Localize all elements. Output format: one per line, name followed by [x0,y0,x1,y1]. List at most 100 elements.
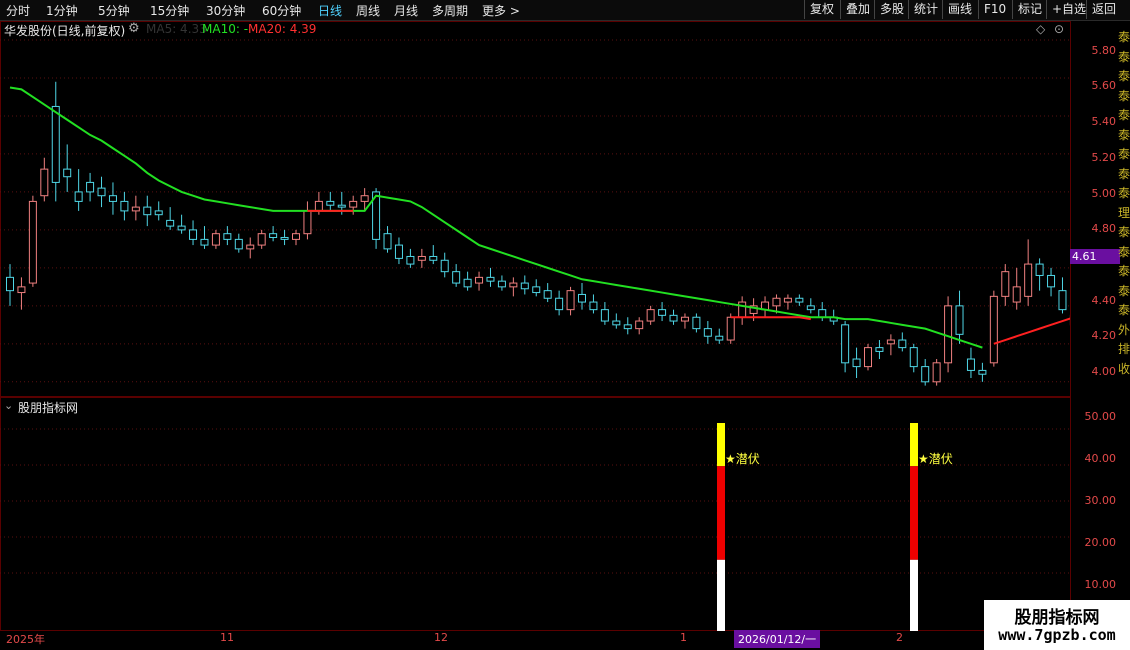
mark-button[interactable]: 标记 [1012,0,1047,19]
period-monthly[interactable]: 月线 [394,2,418,19]
signal-label: ★潜伏 [918,452,953,466]
current-price-badge: 4.61 [1070,249,1120,264]
candle-body [966,358,975,371]
candle-body [635,320,644,330]
candle-body [989,295,998,364]
candle-body [463,278,472,288]
multi-stock-button[interactable]: 多股 [874,0,909,19]
candle-body [97,187,106,197]
price-tick: 5.80 [1091,44,1117,57]
ma-red-line [730,316,811,321]
candle-body [600,309,609,322]
period-1min[interactable]: 1分钟 [46,2,78,19]
indicator-tick: 10.00 [1084,578,1117,591]
candle-body [669,314,678,322]
candle-body [154,210,163,216]
candle-body [6,276,14,292]
period-weekly[interactable]: 周线 [356,2,380,19]
edge-char: 泰 [1118,225,1130,239]
candle-body [612,320,621,326]
candle-body [772,297,781,307]
candle-body [108,195,117,202]
price-chart [0,39,1070,386]
back-button[interactable]: 返回 [1086,0,1121,19]
price-tick: 5.20 [1091,151,1117,164]
candle-body [783,297,792,303]
candle-body [1047,274,1056,288]
candle-body [394,244,403,259]
watermark-logo: 股朋指标网 www.7gpzb.com [984,600,1130,650]
candle-body [623,324,632,330]
candle-body [17,286,26,294]
price-tick: 5.60 [1091,79,1117,92]
candle-body [257,233,266,246]
candle-body [543,290,552,299]
candle-body [486,276,495,282]
candle-body [337,204,346,208]
candle-body [978,369,987,375]
edge-char: 泰 [1118,186,1130,200]
ma-red-line [993,317,1070,345]
overlay-button[interactable]: 叠加 [840,0,875,19]
period-fenshi[interactable]: 分时 [6,2,30,19]
indicator-tick: 30.00 [1084,494,1117,507]
candle-body [932,362,941,383]
candle-body [131,206,140,212]
candle-body [440,259,449,273]
candle-body [909,347,918,368]
candle-body [234,238,243,250]
f10-button[interactable]: F10 [978,0,1011,19]
signal-bar-red [910,466,918,560]
candle-body [40,168,49,197]
indicator-tick: 50.00 [1084,410,1117,423]
candle-body [303,210,312,235]
candle-body [841,324,850,364]
candle-body [852,358,861,368]
candle-body [566,290,575,311]
candle-body [246,244,255,250]
stats-button[interactable]: 统计 [908,0,943,19]
signal-bar-yellow [717,423,725,467]
candle-body [944,305,953,364]
candle-body [177,225,186,231]
period-multi[interactable]: 多周期 [432,2,468,19]
date-axis: 2025年 11 12 1 2026/01/12/一 2 [0,630,1130,650]
period-daily[interactable]: 日线 [318,2,342,19]
candle-body [1035,263,1044,276]
date-label: 1 [680,631,687,644]
candle-body [63,168,72,178]
period-5min[interactable]: 5分钟 [98,2,130,19]
period-30min[interactable]: 30分钟 [206,2,245,19]
candle-body [589,301,598,311]
signal-bar-white [910,559,918,631]
cursor-date-label: 2026/01/12/一 [734,630,821,648]
more-menu[interactable]: 更多 > [482,2,520,19]
candle-body [726,316,735,341]
signal-label: ★潜伏 [725,452,760,466]
candle-body [578,293,586,303]
price-tick: 4.00 [1091,365,1117,378]
candle-body [509,282,518,288]
indicator-tick: 40.00 [1084,452,1117,465]
edge-char: 泰 [1118,108,1130,122]
candle-body [74,191,83,202]
period-toolbar: 分时 1分钟 5分钟 15分钟 30分钟 60分钟 日线 周线 月线 多周期 更… [0,0,1130,21]
candle-body [189,229,198,240]
candle-body [417,255,426,261]
period-15min[interactable]: 15分钟 [150,2,189,19]
period-60min[interactable]: 60分钟 [262,2,301,19]
edge-char: 收 [1118,361,1130,376]
candle-body [680,316,689,322]
add-favorite-button[interactable]: +自选 [1046,0,1091,19]
candle-body [360,195,369,202]
date-label: 2 [896,631,903,644]
candle-body [143,206,152,216]
draw-line-button[interactable]: 画线 [942,0,977,19]
edge-char: 泰 [1118,147,1130,161]
candle-body [383,233,392,250]
date-label: 12 [434,631,448,644]
adjust-button[interactable]: 复权 [804,0,839,19]
candle-body [292,233,300,240]
candle-body [28,200,37,284]
candle-body [1001,271,1010,297]
